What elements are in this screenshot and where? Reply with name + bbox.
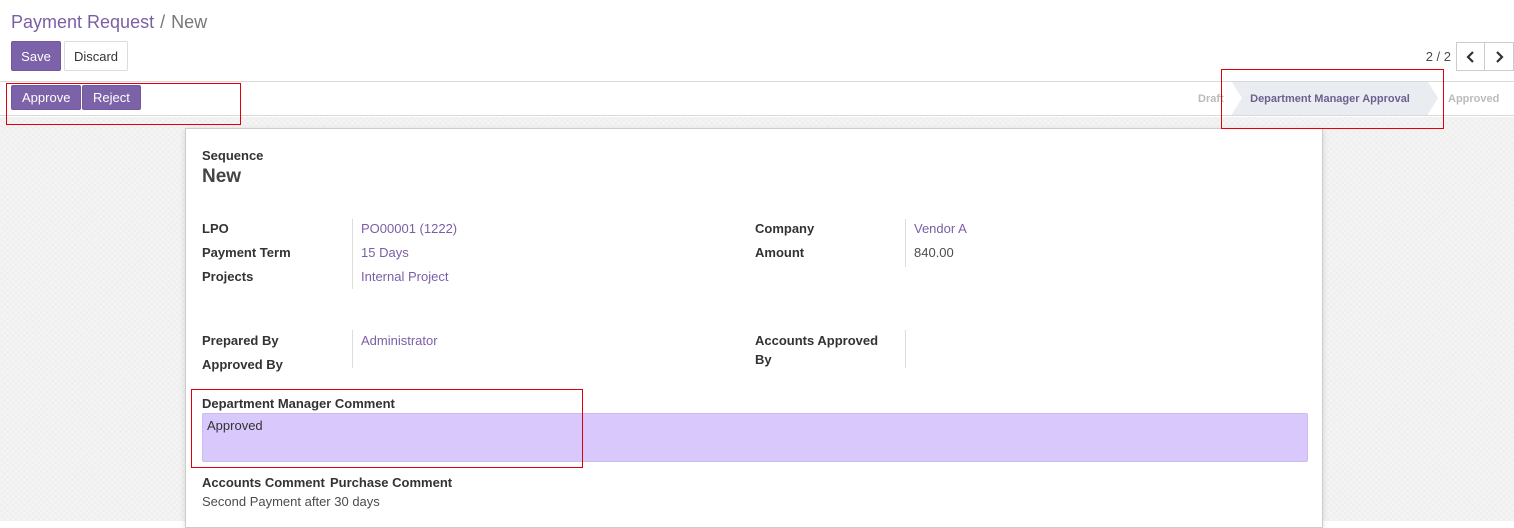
accounts-approved-by-label-line2: By: [755, 352, 772, 367]
dept-manager-comment-field[interactable]: Approved: [202, 413, 1308, 462]
dept-manager-comment-label: Department Manager Comment: [202, 396, 395, 411]
sequence-label: Sequence: [202, 148, 264, 163]
projects-link[interactable]: Internal Project: [361, 269, 448, 284]
breadcrumb-current: New: [171, 12, 208, 32]
company-label: Company: [755, 221, 815, 236]
field-divider: [905, 219, 906, 267]
stage-approved[interactable]: Approved: [1428, 82, 1514, 115]
prepared-by-label: Prepared By: [202, 333, 279, 348]
projects-label: Projects: [202, 269, 254, 284]
pager-value[interactable]: 2 / 2: [1426, 49, 1451, 64]
approve-button[interactable]: Approve: [11, 85, 82, 110]
breadcrumb: Payment Request / New: [11, 11, 207, 33]
accounts-comment-label: Accounts Comment: [202, 475, 325, 490]
field-divider: [352, 330, 353, 368]
pager-next-button[interactable]: [1485, 42, 1514, 71]
reject-button[interactable]: Reject: [82, 85, 141, 110]
amount-label: Amount: [755, 245, 805, 260]
field-divider: [352, 219, 353, 289]
pager-previous-button[interactable]: [1456, 42, 1485, 71]
approved-by-label: Approved By: [202, 357, 283, 372]
form-sheet: Sequence New LPO Payment Term Projects P…: [185, 128, 1323, 528]
stage-draft-label: Draft: [1198, 92, 1224, 105]
purchase-comment-value: Second Payment after 30 days: [202, 494, 380, 509]
payment-term-link[interactable]: 15 Days: [361, 245, 409, 260]
discard-button[interactable]: Discard: [64, 41, 128, 71]
control-panel: Payment Request / New Save Discard 2 / 2: [0, 0, 1514, 82]
stage-approved-label: Approved: [1448, 92, 1500, 105]
prepared-by-link[interactable]: Administrator: [361, 333, 438, 348]
lpo-link[interactable]: PO00001 (1222): [361, 221, 457, 236]
stage-draft[interactable]: Draft: [1182, 82, 1232, 115]
stage-active-label: Department Manager Approval: [1250, 92, 1410, 105]
breadcrumb-parent-link[interactable]: Payment Request: [11, 12, 154, 32]
breadcrumb-separator: /: [160, 12, 166, 32]
field-divider: [905, 330, 906, 368]
stage-pipeline: Draft Department Manager Approval Approv…: [1182, 82, 1514, 115]
save-button[interactable]: Save: [11, 41, 61, 71]
pager: 2 / 2: [1426, 42, 1514, 71]
stage-department-manager-approval[interactable]: Department Manager Approval: [1232, 82, 1438, 115]
statusbar: Approve Reject Draft Department Manager …: [0, 82, 1514, 116]
company-link[interactable]: Vendor A: [914, 221, 967, 236]
chevron-right-icon: [1495, 50, 1504, 63]
lpo-label: LPO: [202, 221, 229, 236]
payment-term-label: Payment Term: [202, 245, 291, 260]
chevron-left-icon: [1466, 50, 1474, 63]
sequence-value: New: [202, 166, 242, 187]
accounts-approved-by-label: Accounts Approved: [755, 333, 879, 348]
amount-value: 840.00: [914, 245, 954, 260]
purchase-comment-label: Purchase Comment: [330, 475, 453, 490]
